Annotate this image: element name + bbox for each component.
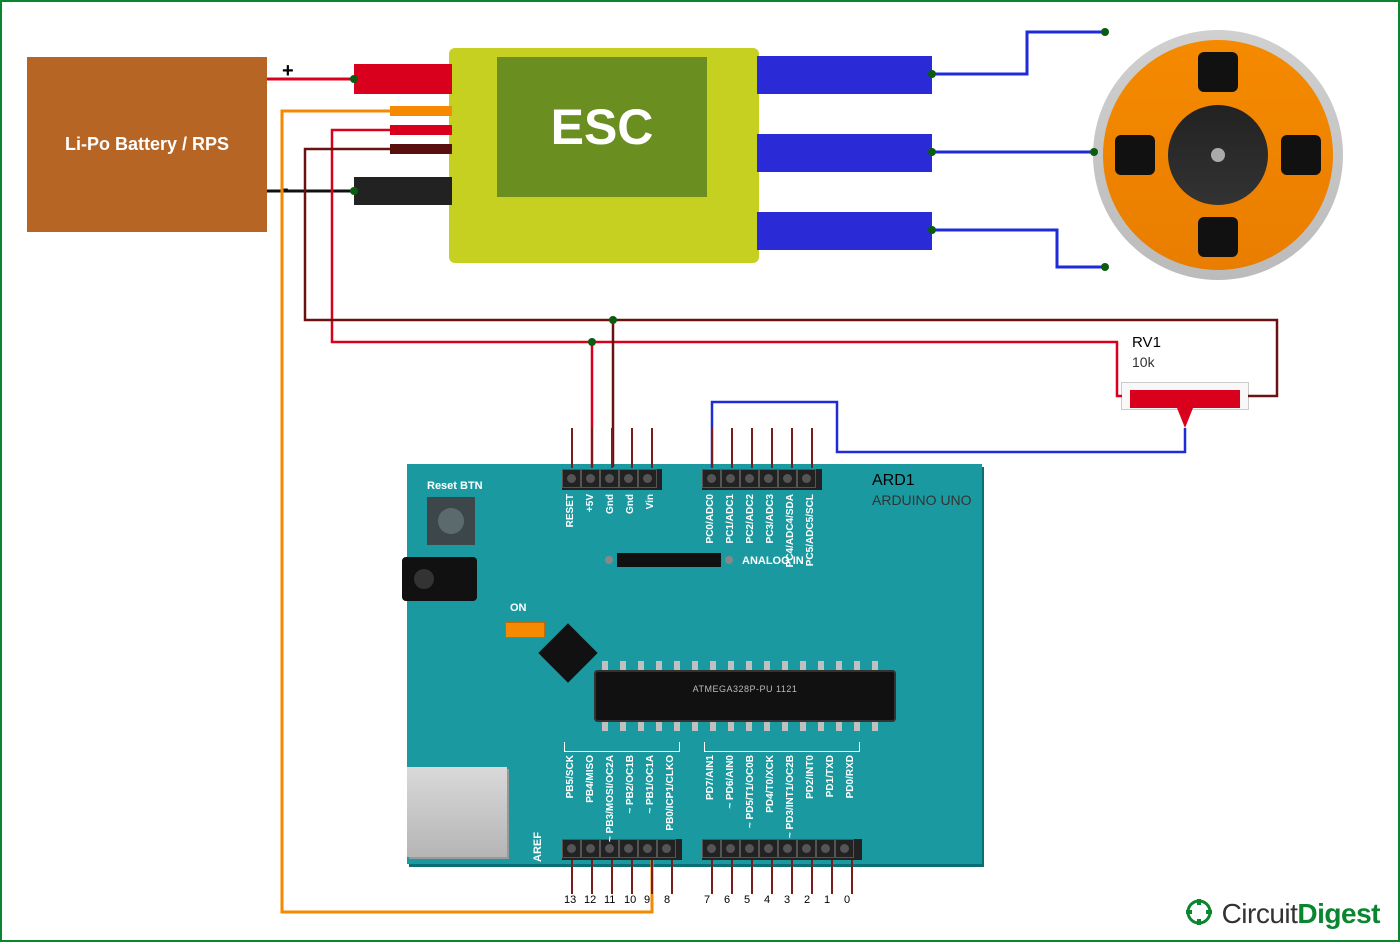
node-icon [928, 226, 936, 234]
node-icon [609, 316, 617, 324]
logo-text-2: Digest [1297, 898, 1380, 929]
node-icon [1101, 263, 1109, 271]
diagram-canvas: Li-Po Battery / RPS + - ESC RV1 10k Rese… [0, 0, 1400, 942]
node-icon [350, 187, 358, 195]
node-icon [1101, 28, 1109, 36]
node-icon [928, 148, 936, 156]
node-icon [928, 70, 936, 78]
logo-text-1: Circuit [1222, 898, 1298, 929]
wire-layer [2, 2, 1400, 944]
node-icon [1090, 148, 1098, 156]
node-icon [588, 338, 596, 346]
node-icon [350, 75, 358, 83]
circuitdigest-logo: CircuitDigest [1184, 897, 1380, 930]
